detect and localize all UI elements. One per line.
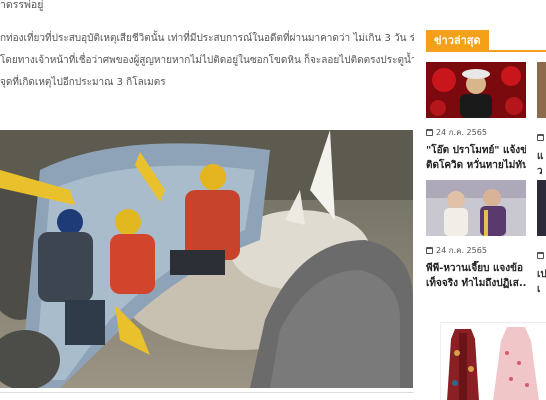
news-card-partial[interactable]: แ ว: [537, 62, 546, 179]
news-date-text: 24 ก.ค. 2565: [436, 246, 487, 255]
paragraph-line: จุดที่เกิดเหตุไปอีกประมาณ 3 กิโลเมตร: [0, 77, 166, 88]
news-title-line[interactable]: "โอ๊ต ปราโมทย์" แจ้งข่าว: [426, 143, 526, 158]
news-title-line[interactable]: เป: [537, 267, 546, 282]
news-title-line[interactable]: พีพี-หวานเจี๊ยบ แจงข้อ: [426, 261, 526, 276]
news-thumbnail[interactable]: [426, 180, 526, 236]
news-card-partial[interactable]: เป เ: [537, 180, 546, 297]
news-title[interactable]: แ ว: [537, 149, 546, 179]
article-paragraph: กท่องเที่ยวที่ประสบอุบัติเหตุเสียชีวิตนั…: [0, 28, 414, 94]
news-card[interactable]: 24 ก.ค. 2565 "โอ๊ต ปราโมทย์" แจ้งข่าว ติ…: [426, 62, 526, 173]
news-card[interactable]: 24 ก.ค. 2565 พีพี-หวานเจี๊ยบ แจงข้อ เท็จ…: [426, 180, 526, 291]
section-header: ข่าวล่าสุด: [426, 30, 546, 52]
news-title[interactable]: พีพี-หวานเจี๊ยบ แจงข้อ เท็จจริง ทำไมถึงป…: [426, 261, 526, 291]
paragraph-line: โดยทางเจ้าหน้าที่เชื่อว่าศพของผู้สูญหายห…: [0, 55, 414, 66]
article-content: าดรรพ่อยู่ กท่องเที่ยวที่ประสบอุบัติเหตุ…: [0, 0, 414, 400]
rafting-photo: [0, 130, 413, 388]
news-title-line[interactable]: ติดโควิด หวั่นหายไม่ทัน...: [426, 158, 526, 173]
section-title: ข่าวล่าสุด: [426, 30, 489, 52]
news-date: 24 ก.ค. 2565: [426, 244, 526, 257]
news-thumbnail[interactable]: [426, 62, 526, 118]
calendar-icon: [426, 247, 433, 254]
divider: [0, 392, 414, 393]
news-thumbnail[interactable]: [537, 62, 546, 118]
news-date-text: 24 ก.ค. 2565: [436, 128, 487, 137]
news-image: [426, 180, 526, 236]
news-image: [426, 62, 526, 118]
news-date: 24 ก.ค. 2565: [426, 126, 526, 139]
rafting-photo-image: [0, 130, 413, 388]
calendar-icon: [426, 129, 433, 136]
calendar-icon: [537, 126, 546, 145]
news-title-line[interactable]: เท็จจริง ทำไมถึงปฏิเส...: [426, 276, 526, 291]
news-thumbnail[interactable]: [537, 180, 546, 236]
news-title-line[interactable]: แ: [537, 149, 546, 164]
advertisement[interactable]: [440, 322, 546, 400]
news-title-line[interactable]: ว: [537, 164, 546, 179]
dress-ad-image: [441, 323, 546, 400]
calendar-icon: [537, 244, 546, 263]
paragraph-line: กท่องเที่ยวที่ประสบอุบัติเหตุเสียชีวิตนั…: [0, 33, 414, 44]
news-title[interactable]: "โอ๊ต ปราโมทย์" แจ้งข่าว ติดโควิด หวั่นห…: [426, 143, 526, 173]
news-title-line[interactable]: เ: [537, 282, 546, 297]
news-title[interactable]: เป เ: [537, 267, 546, 297]
article-text-fragment: าดรรพ่อยู่: [0, 0, 44, 11]
sidebar-latest-news: ข่าวล่าสุด 24 ก.ค. 2565 "โอ๊ต ปราโมทย์" …: [426, 0, 546, 400]
